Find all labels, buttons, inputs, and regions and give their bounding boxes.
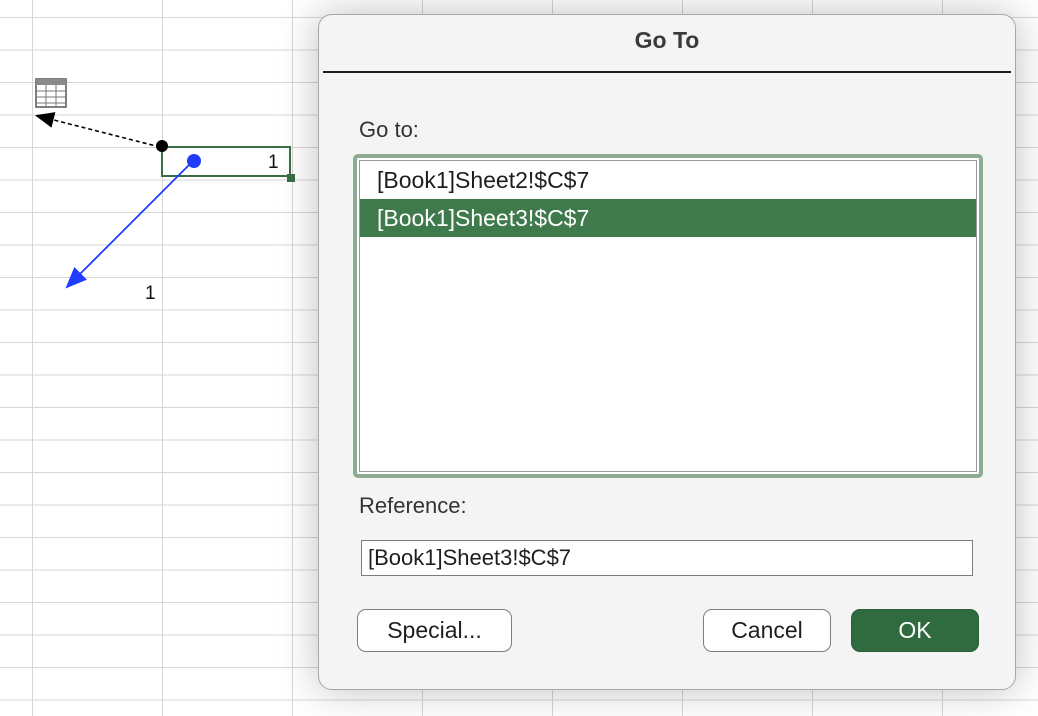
precedent-arrow-origin xyxy=(187,154,201,168)
list-item[interactable]: [Book1]Sheet2!$C$7 xyxy=(360,161,976,199)
trace-arrows xyxy=(34,112,201,289)
reference-input[interactable] xyxy=(361,540,973,576)
go-to-list-inner: [Book1]Sheet2!$C$7 [Book1]Sheet3!$C$7 xyxy=(359,160,977,472)
special-button[interactable]: Special... xyxy=(357,609,512,652)
precedent-arrow xyxy=(65,160,194,289)
go-to-label: Go to: xyxy=(359,117,419,142)
go-to-list[interactable]: [Book1]Sheet2!$C$7 [Book1]Sheet3!$C$7 xyxy=(353,154,983,478)
reference-label: Reference: xyxy=(359,493,467,518)
title-divider xyxy=(323,71,1011,73)
dialog-title: Go To xyxy=(634,27,700,53)
dependent-arrow-origin xyxy=(156,140,168,152)
cancel-button[interactable]: Cancel xyxy=(703,609,831,652)
dependent-arrow xyxy=(34,112,161,148)
list-item-selected[interactable]: [Book1]Sheet3!$C$7 xyxy=(360,199,976,237)
ok-button[interactable]: OK xyxy=(851,609,979,652)
go-to-dialog: Go To Go to: [Book1]Sheet2!$C$7 [Book1]S… xyxy=(318,14,1016,690)
